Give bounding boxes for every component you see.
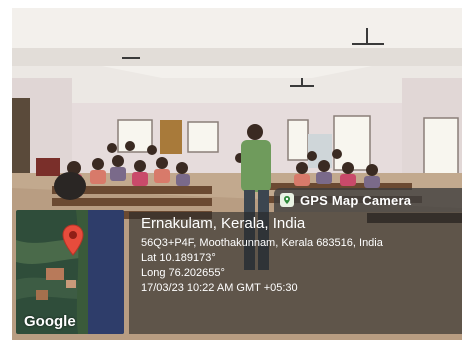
photo-frame: GPS Map Camera Google Ernakulam, Kerala,…	[0, 0, 464, 340]
datetime-label: 17/03/23 10:22 AM GMT +05:30	[141, 282, 298, 294]
city-label: Ernakulam, Kerala, India	[141, 215, 306, 232]
map-pin-icon	[62, 224, 84, 256]
address-label: 56Q3+P4F, Moothakunnam, Kerala 683516, I…	[141, 237, 383, 249]
google-logo: Google	[24, 313, 76, 330]
map-thumbnail: Google	[16, 210, 124, 334]
longitude-label: Long 76.202655°	[141, 267, 225, 279]
gps-badge: GPS Map Camera	[274, 188, 462, 212]
gps-camera-app-icon	[280, 193, 294, 207]
latitude-label: Lat 10.189173°	[141, 252, 216, 264]
gps-badge-label: GPS Map Camera	[300, 192, 412, 208]
location-info: Ernakulam, Kerala, India 56Q3+P4F, Mooth…	[141, 214, 459, 296]
